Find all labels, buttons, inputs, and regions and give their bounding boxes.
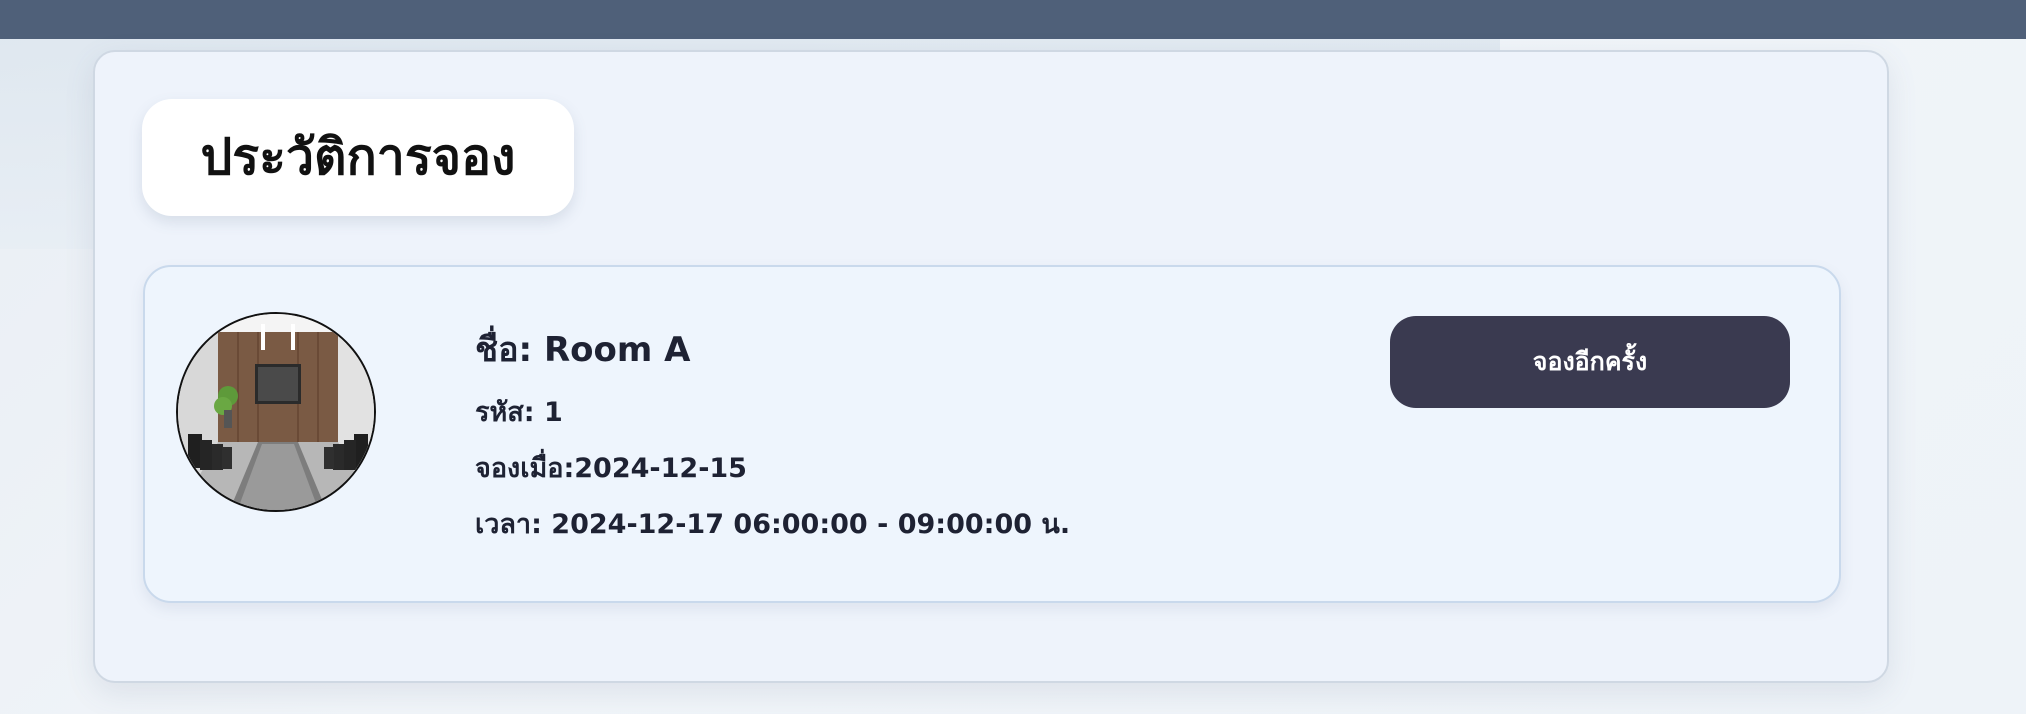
booked-date-label: จองเมื่อ: [475,453,575,484]
room-code: 1 [543,397,563,428]
page-title: ประวัติการจอง [200,128,516,186]
meeting-room-photo-icon [178,314,374,510]
booking-time: 2024-12-17 06:00:00 - 09:00:00 น. [551,509,1071,540]
top-bar [0,0,2026,39]
room-image [176,312,376,512]
booking-time-label: เวลา: [475,509,552,540]
room-name-label: ชื่อ: [475,330,544,370]
room-code-label: รหัส: [475,397,544,428]
room-name: Room A [543,330,691,370]
booked-date: 2024-12-15 [574,453,747,484]
booking-time-line: เวลา: 2024-12-17 06:00:00 - 09:00:00 น. [475,502,1070,545]
page-title-container: ประวัติการจอง [142,99,574,216]
rebook-button[interactable]: จองอีกครั้ง [1390,316,1790,408]
room-name-line: ชื่อ: Room A [475,322,690,376]
room-code-line: รหัส: 1 [475,390,563,433]
booked-date-line: จองเมื่อ:2024-12-15 [475,446,747,489]
